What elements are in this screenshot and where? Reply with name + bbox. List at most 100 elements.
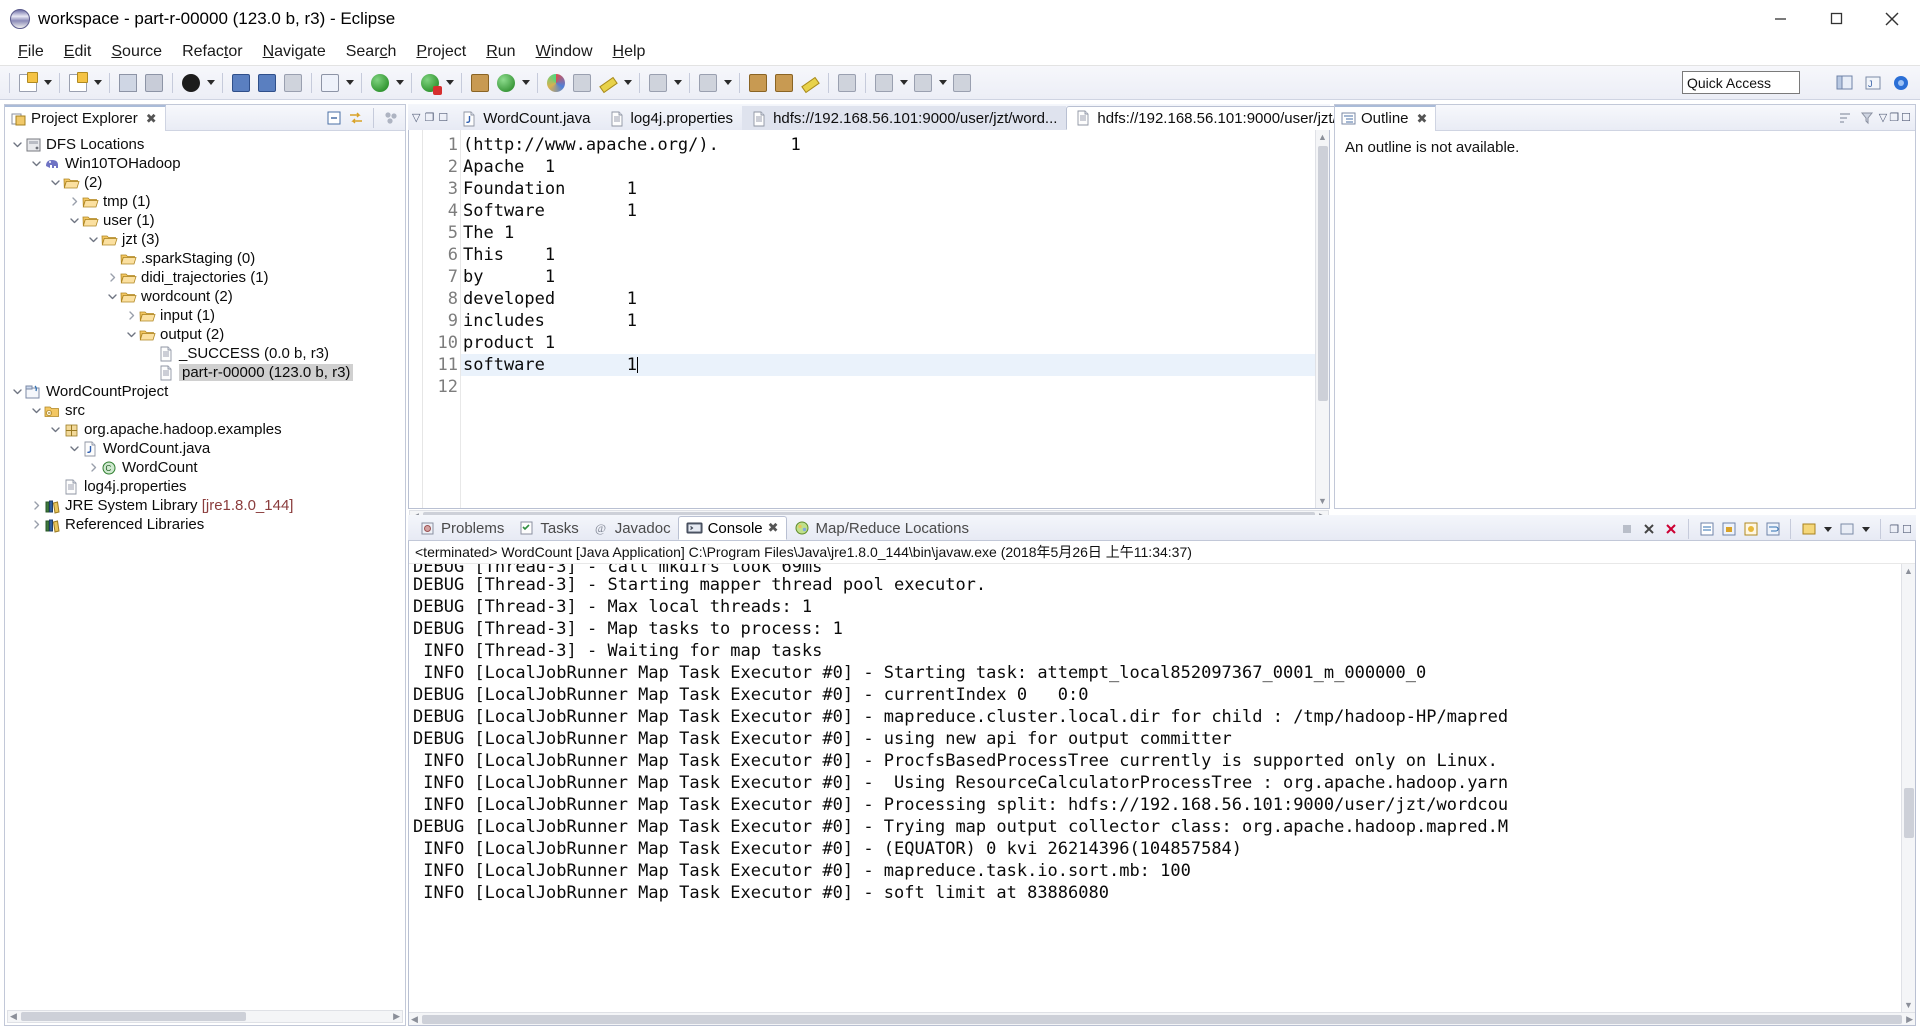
code-line[interactable]: This 1 xyxy=(461,244,1315,266)
chevron-right-icon[interactable] xyxy=(28,517,44,533)
up-button[interactable] xyxy=(950,71,974,95)
console-terminate-button[interactable] xyxy=(1639,520,1658,539)
editor-tab-0[interactable]: WordCount.java xyxy=(452,106,599,130)
console-hscrollbar[interactable]: ◀ ▶ xyxy=(409,1012,1915,1025)
editor-minimize-icon[interactable]: ❐ xyxy=(424,111,434,124)
collapse-all-button[interactable] xyxy=(324,108,344,128)
palette-button[interactable] xyxy=(544,71,568,95)
refresh-dropdown-icon[interactable] xyxy=(519,72,532,94)
menu-file[interactable]: File xyxy=(8,41,54,63)
console-open-console-button[interactable] xyxy=(1799,520,1818,539)
code-line[interactable]: Software 1 xyxy=(461,200,1315,222)
tree-item-wordcount-java[interactable]: WordCount.java xyxy=(5,439,405,458)
java-perspective-button[interactable]: J xyxy=(1860,71,1886,95)
scroll-up-icon[interactable]: ▲ xyxy=(1902,564,1916,578)
next-annotation-dropdown-icon[interactable] xyxy=(721,72,734,94)
tree-item-jzt-3[interactable]: jzt (3) xyxy=(5,230,405,249)
menu-edit[interactable]: Edit xyxy=(54,41,102,63)
new-java-class-dropdown-icon[interactable] xyxy=(91,72,104,94)
console-word-wrap-button[interactable] xyxy=(1763,520,1782,539)
console-pin-button[interactable] xyxy=(1741,520,1760,539)
chevron-down-icon[interactable] xyxy=(9,384,25,400)
menu-help[interactable]: Help xyxy=(603,41,656,63)
scroll-left-icon[interactable]: ◀ xyxy=(10,1011,17,1022)
code-line[interactable]: software 1 xyxy=(461,354,1315,376)
close-button[interactable] xyxy=(1864,0,1920,38)
chevron-down-icon[interactable] xyxy=(28,156,44,172)
back-history-button[interactable] xyxy=(746,71,770,95)
open-task-button[interactable] xyxy=(255,71,279,95)
chevron-down-icon[interactable] xyxy=(47,422,63,438)
scroll-up-icon[interactable]: ▲ xyxy=(1316,130,1330,144)
chevron-right-icon[interactable] xyxy=(104,270,120,286)
outline-minimize-icon[interactable]: ❐ xyxy=(1889,111,1899,124)
hscroll-thumb[interactable] xyxy=(20,1012,246,1021)
tree-item-tmp-1[interactable]: tmp (1) xyxy=(5,192,405,211)
minimize-button[interactable] xyxy=(1752,0,1808,38)
editor-vscrollbar[interactable]: ▲ ▼ xyxy=(1315,130,1329,508)
tree-item-wordcountproject[interactable]: WordCountProject xyxy=(5,382,405,401)
chevron-right-icon[interactable] xyxy=(85,460,101,476)
chevron-right-icon[interactable] xyxy=(28,498,44,514)
tree-item-2[interactable]: (2) xyxy=(5,173,405,192)
pencil-button[interactable] xyxy=(596,71,620,95)
code-line[interactable]: (http://www.apache.org/). 1 xyxy=(461,134,1315,156)
menu-search[interactable]: Search xyxy=(336,41,407,63)
vscroll-thumb[interactable] xyxy=(1903,788,1914,838)
forward-button[interactable] xyxy=(911,71,935,95)
tree-item-sparkstaging-0[interactable]: .sparkStaging (0) xyxy=(5,249,405,268)
vscroll-thumb[interactable] xyxy=(1317,146,1328,401)
tree-item-input-1[interactable]: input (1) xyxy=(5,306,405,325)
code-line[interactable]: The 1 xyxy=(461,222,1315,244)
editor-code-content[interactable]: (http://www.apache.org/). 1 Apache 1 Found… xyxy=(461,130,1315,508)
menu-window[interactable]: Window xyxy=(526,41,603,63)
save-button[interactable] xyxy=(116,71,140,95)
clipboard-button[interactable] xyxy=(570,71,594,95)
mapreduce-perspective-button[interactable] xyxy=(1888,71,1914,95)
code-line[interactable]: includes 1 xyxy=(461,310,1315,332)
scroll-down-icon[interactable]: ▼ xyxy=(1902,998,1916,1012)
outline-sort-button[interactable] xyxy=(1835,108,1855,128)
editor-tab-1[interactable]: log4j.properties xyxy=(600,106,743,130)
debug-dropdown-icon[interactable] xyxy=(204,72,217,94)
previous-annotation-button[interactable] xyxy=(646,71,670,95)
code-line[interactable]: by 1 xyxy=(461,266,1315,288)
new-java-class-button[interactable] xyxy=(66,71,90,95)
scroll-left-icon[interactable]: ◀ xyxy=(411,1014,418,1025)
tree-item-didi-trajectories-1[interactable]: didi_trajectories (1) xyxy=(5,268,405,287)
debug-perspective-button[interactable] xyxy=(179,71,203,95)
back-dropdown-icon[interactable] xyxy=(897,72,910,94)
console-minimize-icon[interactable]: ❐ xyxy=(1889,523,1899,536)
chevron-down-icon[interactable] xyxy=(85,232,101,248)
console-log-lines[interactable]: DEBUG [Thread-3] - call mkdirs took 69ms… xyxy=(409,564,1901,1012)
open-perspective-button[interactable] xyxy=(1832,71,1858,95)
close-icon[interactable]: ✖ xyxy=(768,520,779,536)
console-tab-javadoc[interactable]: @ Javadoc xyxy=(586,516,678,540)
hscroll-thumb[interactable] xyxy=(421,1014,1903,1024)
chevron-right-icon[interactable] xyxy=(123,308,139,324)
pencil-dropdown-icon[interactable] xyxy=(621,72,634,94)
external-tools-dropdown-icon[interactable] xyxy=(343,72,356,94)
bookmark-button[interactable] xyxy=(798,71,822,95)
console-tab-problems[interactable]: Problems xyxy=(412,516,511,540)
menu-run[interactable]: Run xyxy=(476,41,525,63)
next-annotation-button[interactable] xyxy=(696,71,720,95)
debug-run-button[interactable] xyxy=(418,71,442,95)
console-tab-console[interactable]: Console ✖ xyxy=(677,516,787,540)
forward-history-button[interactable] xyxy=(772,71,796,95)
tree-item-src[interactable]: src xyxy=(5,401,405,420)
editor-maximize-icon[interactable]: ☐ xyxy=(438,111,448,124)
maximize-button[interactable] xyxy=(1808,0,1864,38)
scroll-right-icon[interactable]: ▶ xyxy=(393,1011,400,1022)
console-body[interactable]: <terminated> WordCount [Java Application… xyxy=(408,541,1916,1026)
close-icon[interactable]: ✖ xyxy=(1417,111,1428,127)
chevron-right-icon[interactable] xyxy=(66,194,82,210)
scroll-down-icon[interactable]: ▼ xyxy=(1316,494,1330,508)
tree-item-part-r-00000-123-0-b-r3[interactable]: part-r-00000 (123.0 b, r3) xyxy=(5,363,405,382)
tree-item-org-apache-hadoop-examples[interactable]: org.apache.hadoop.examples xyxy=(5,420,405,439)
chevron-down-icon[interactable] xyxy=(47,175,63,191)
tree-item-output-2[interactable]: output (2) xyxy=(5,325,405,344)
previous-annotation-dropdown-icon[interactable] xyxy=(671,72,684,94)
console-stop-button[interactable] xyxy=(1617,520,1636,539)
print-button[interactable] xyxy=(142,71,166,95)
